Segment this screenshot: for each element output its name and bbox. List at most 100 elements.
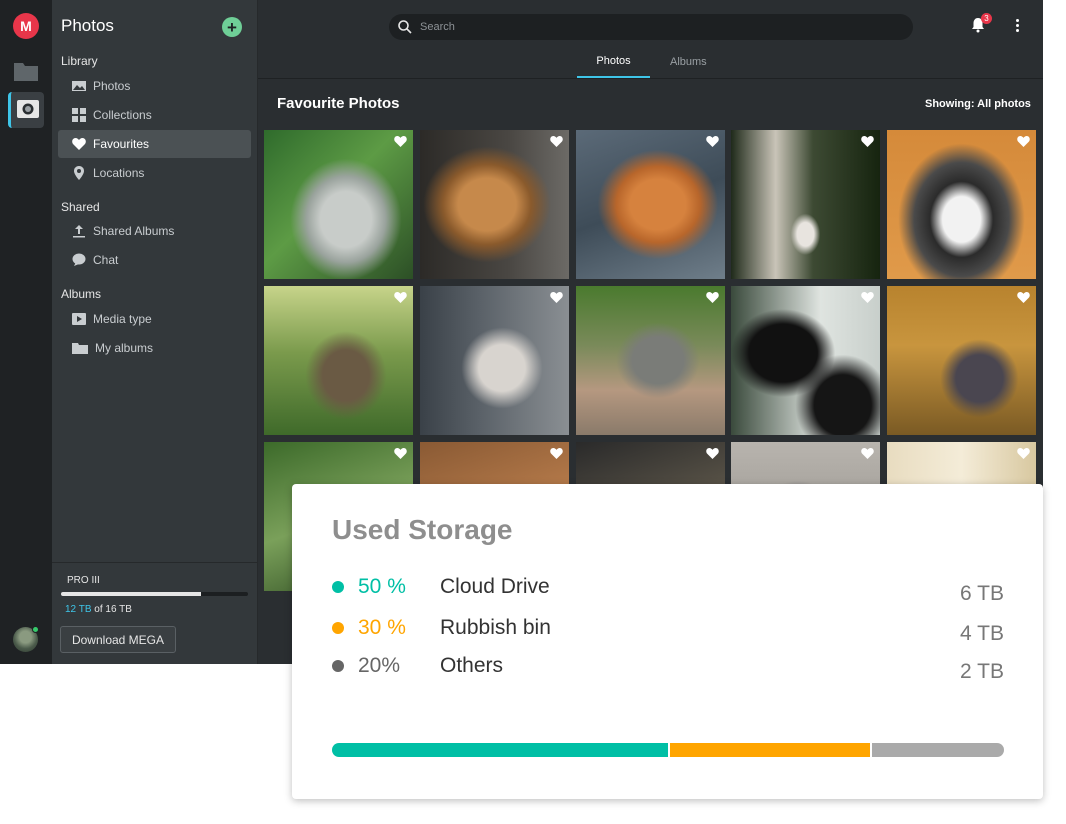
sidebar-item-favourites[interactable]: Favourites <box>58 130 251 158</box>
heart-icon[interactable] <box>394 136 407 147</box>
play-icon <box>72 313 86 325</box>
photo-thumbnail[interactable] <box>420 286 569 435</box>
plus-icon: + <box>227 17 237 37</box>
sidebar-item-label: My albums <box>95 341 154 355</box>
notification-badge: 3 <box>981 13 992 24</box>
photo-thumbnail[interactable] <box>731 130 880 279</box>
heart-icon <box>72 138 86 150</box>
heart-icon[interactable] <box>706 292 719 303</box>
folder-icon <box>13 60 39 87</box>
storage-total: of 16 TB <box>94 604 132 615</box>
storage-value: 6 TB <box>960 582 1004 605</box>
tab-photos[interactable]: Photos <box>577 55 650 78</box>
used-storage-card: Used Storage 50 % Cloud Drive 6 TB 30 % … <box>292 484 1043 799</box>
storage-quota-fill <box>61 592 202 596</box>
image-icon <box>72 81 86 91</box>
cloud-drive-rail-button[interactable] <box>8 55 44 91</box>
heart-icon[interactable] <box>861 292 874 303</box>
sidebar-item-label: Collections <box>93 108 152 122</box>
photo-thumbnail[interactable] <box>731 286 880 435</box>
section-albums: Albums <box>61 287 102 301</box>
sidebar-title: Photos <box>61 16 114 35</box>
storage-label: Rubbish bin <box>440 616 551 639</box>
heart-icon[interactable] <box>706 448 719 459</box>
online-status-dot <box>32 626 39 633</box>
photo-thumbnail[interactable] <box>887 130 1036 279</box>
heart-icon[interactable] <box>550 448 563 459</box>
storage-row-others: 20% Others 2 TB <box>332 651 1004 683</box>
heart-icon[interactable] <box>550 292 563 303</box>
legend-dot <box>332 660 344 672</box>
heart-icon[interactable] <box>861 136 874 147</box>
photo-thumbnail[interactable] <box>576 286 725 435</box>
storage-value: 2 TB <box>960 660 1004 683</box>
storage-value: 4 TB <box>960 622 1004 645</box>
sidebar-item-label: Photos <box>93 79 131 93</box>
heart-icon[interactable] <box>394 292 407 303</box>
storage-bar-segment-cloud-drive <box>332 743 668 757</box>
view-tabs: Photos Albums <box>258 52 1043 79</box>
sidebar-item-locations[interactable]: Locations <box>58 159 251 187</box>
sidebar-item-label: Locations <box>93 166 145 180</box>
legend-dot <box>332 622 344 634</box>
section-library: Library <box>61 54 98 68</box>
storage-label: Others <box>440 654 504 677</box>
heart-icon[interactable] <box>1017 136 1030 147</box>
photo-thumbnail[interactable] <box>264 286 413 435</box>
chat-bubble-icon <box>72 253 86 266</box>
storage-percent: 50 % <box>358 575 406 598</box>
sidebar-item-media-type[interactable]: Media type <box>58 305 251 333</box>
heart-icon[interactable] <box>861 448 874 459</box>
photo-thumbnail[interactable] <box>420 130 569 279</box>
search-placeholder: Search <box>420 21 455 33</box>
sidebar-item-label: Shared Albums <box>93 224 175 238</box>
sidebar: Photos + Library Photos Collections Favo… <box>52 0 258 664</box>
sidebar-item-label: Favourites <box>93 137 150 151</box>
sidebar-item-photos[interactable]: Photos <box>58 72 251 100</box>
storage-percent: 30 % <box>358 616 406 639</box>
sidebar-item-chat[interactable]: Chat <box>58 246 251 274</box>
storage-bar-segment-others <box>869 743 1004 757</box>
sidebar-item-my-albums[interactable]: My albums <box>58 334 251 362</box>
heart-icon[interactable] <box>550 136 563 147</box>
download-mega-button[interactable]: Download MEGA <box>60 626 176 653</box>
sidebar-divider <box>52 562 258 563</box>
location-pin-icon <box>74 166 84 180</box>
heart-icon[interactable] <box>1017 292 1030 303</box>
storage-usage-bar <box>332 743 1004 757</box>
upload-icon <box>73 225 85 238</box>
sidebar-item-shared-albums[interactable]: Shared Albums <box>58 217 251 245</box>
storage-row-rubbish-bin: 30 % Rubbish bin 4 TB <box>332 613 1004 645</box>
camera-icon <box>16 97 40 124</box>
storage-bar-segment-rubbish-bin <box>668 743 870 757</box>
sidebar-item-label: Media type <box>93 312 152 326</box>
add-button[interactable]: + <box>222 17 242 37</box>
photo-thumbnail[interactable] <box>887 286 1036 435</box>
page-title: Favourite Photos <box>277 95 400 112</box>
storage-percent: 20% <box>358 654 401 677</box>
heart-icon[interactable] <box>394 448 407 459</box>
card-title: Used Storage <box>332 514 513 545</box>
storage-row-cloud-drive: 50 % Cloud Drive 6 TB <box>332 572 1004 605</box>
top-bar: Search 3 <box>258 0 1043 52</box>
sidebar-item-collections[interactable]: Collections <box>58 101 251 129</box>
photo-thumbnail[interactable] <box>576 130 725 279</box>
legend-dot <box>332 581 344 593</box>
mega-logo[interactable]: M <box>13 13 39 39</box>
storage-quota-text: 12 TB of 16 TB <box>65 604 132 615</box>
grid-icon <box>72 108 86 122</box>
search-input[interactable]: Search <box>389 14 913 40</box>
folder-icon <box>72 343 88 354</box>
more-options-icon[interactable] <box>1016 19 1020 32</box>
storage-label: Cloud Drive <box>440 575 550 598</box>
photos-rail-button[interactable] <box>8 92 44 128</box>
photo-thumbnail[interactable] <box>264 130 413 279</box>
plan-name: PRO III <box>67 575 100 586</box>
heart-icon[interactable] <box>706 136 719 147</box>
tab-albums[interactable]: Albums <box>670 56 707 77</box>
search-icon <box>398 20 412 34</box>
filter-showing[interactable]: Showing: All photos <box>925 98 1031 110</box>
section-shared: Shared <box>61 200 100 214</box>
heart-icon[interactable] <box>1017 448 1030 459</box>
storage-used: 12 TB <box>65 604 92 615</box>
